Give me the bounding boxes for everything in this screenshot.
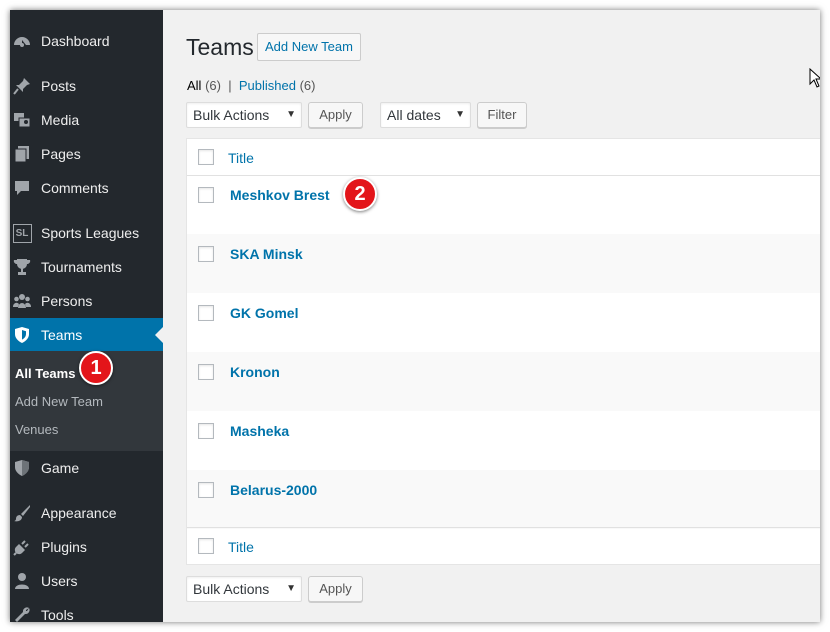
sidebar-item-teams[interactable]: Teams xyxy=(10,318,163,352)
sl-logo-icon: SL xyxy=(12,223,32,243)
submenu-all-teams[interactable]: All Teams xyxy=(15,366,75,381)
teams-table: Title Meshkov Brest SKA Minsk GK Gomel K… xyxy=(186,138,820,565)
dates-filter-label: All dates xyxy=(387,107,441,123)
view-all-link[interactable]: All xyxy=(187,78,201,93)
column-title-footer[interactable]: Title xyxy=(228,539,254,555)
sidebar-item-persons[interactable]: Persons xyxy=(10,284,163,318)
select-all-checkbox[interactable] xyxy=(198,149,214,165)
team-name-link[interactable]: SKA Minsk xyxy=(230,246,303,262)
table-footer: Title xyxy=(187,527,820,564)
bulk-actions-label: Bulk Actions xyxy=(193,107,270,123)
pin-icon xyxy=(12,76,32,96)
sidebar-item-pages[interactable]: Pages xyxy=(10,137,163,171)
mouse-cursor-icon xyxy=(809,67,820,93)
sidebar-item-appearance[interactable]: Appearance xyxy=(10,496,163,530)
submenu-venues[interactable]: Venues xyxy=(15,422,58,437)
callout-marker-2: 2 xyxy=(343,177,377,211)
sidebar-item-users[interactable]: Users xyxy=(10,564,163,598)
apply-button-bottom[interactable]: Apply xyxy=(308,576,363,602)
dates-filter-select[interactable]: All dates ▼ xyxy=(380,102,471,128)
table-row: SKA Minsk xyxy=(187,234,820,293)
table-row: Masheka xyxy=(187,411,820,470)
table-header: Title xyxy=(187,139,820,176)
table-row: Meshkov Brest xyxy=(187,175,820,234)
row-checkbox[interactable] xyxy=(198,364,214,380)
page-title: Teams xyxy=(186,34,254,60)
table-row: GK Gomel xyxy=(187,293,820,352)
sidebar-item-label: Media xyxy=(41,112,80,128)
shield-half-icon xyxy=(12,458,32,478)
sidebar-item-label: Dashboard xyxy=(41,33,110,49)
chevron-down-icon: ▼ xyxy=(455,109,465,120)
user-icon xyxy=(12,571,32,591)
row-checkbox[interactable] xyxy=(198,305,214,321)
sidebar-item-label: Teams xyxy=(41,327,83,343)
row-checkbox[interactable] xyxy=(198,187,214,203)
row-checkbox[interactable] xyxy=(198,423,214,439)
sidebar-item-tournaments[interactable]: Tournaments xyxy=(10,250,163,284)
wrench-icon xyxy=(12,605,32,622)
sidebar-item-comments[interactable]: Comments xyxy=(10,171,163,205)
sidebar-item-label: Game xyxy=(41,460,80,476)
apply-button-top[interactable]: Apply xyxy=(308,102,363,128)
media-icon xyxy=(12,110,32,130)
sidebar-item-label: Tournaments xyxy=(41,259,122,275)
dashboard-icon xyxy=(12,31,32,51)
sidebar-item-label: Sports Leagues xyxy=(41,225,140,241)
team-name-link[interactable]: Kronon xyxy=(230,364,280,380)
brush-icon xyxy=(12,503,32,523)
filter-button[interactable]: Filter xyxy=(477,102,527,128)
select-all-checkbox-footer[interactable] xyxy=(198,538,214,554)
row-checkbox[interactable] xyxy=(198,246,214,262)
sidebar-item-label: Pages xyxy=(41,146,81,162)
window-frame: Dashboard Posts Media Pages Comments SL … xyxy=(10,10,820,622)
sidebar-item-label: Persons xyxy=(41,293,93,309)
groups-icon xyxy=(12,291,32,311)
view-published-count: (6) xyxy=(299,78,316,93)
sidebar-item-label: Plugins xyxy=(41,539,87,555)
bulk-actions-select-bottom[interactable]: Bulk Actions ▼ xyxy=(186,576,302,602)
team-name-link[interactable]: Masheka xyxy=(230,423,289,439)
bulk-actions-select-top[interactable]: Bulk Actions ▼ xyxy=(186,102,302,128)
chevron-down-icon: ▼ xyxy=(286,583,296,594)
view-all-count: (6) xyxy=(205,78,221,93)
sidebar-item-label: Posts xyxy=(41,78,77,94)
add-new-team-button[interactable]: Add New Team xyxy=(257,33,361,61)
trophy-icon xyxy=(12,257,32,277)
bulk-actions-label: Bulk Actions xyxy=(193,581,270,597)
sidebar-item-media[interactable]: Media xyxy=(10,103,163,137)
table-row: Belarus-2000 xyxy=(187,470,820,529)
table-row: Kronon xyxy=(187,352,820,411)
plug-icon xyxy=(12,537,32,557)
view-published-link[interactable]: Published xyxy=(239,78,296,93)
view-separator: | xyxy=(228,78,232,93)
main-content: Teams Add New Team All (6) | Published (… xyxy=(163,10,820,622)
shield-icon xyxy=(12,325,32,345)
sidebar-item-tools[interactable]: Tools xyxy=(10,598,163,622)
sidebar-item-label: Users xyxy=(41,573,78,589)
team-name-link[interactable]: Meshkov Brest xyxy=(230,187,330,203)
sidebar-item-plugins[interactable]: Plugins xyxy=(10,530,163,564)
view-filters: All (6) | Published (6) xyxy=(187,78,315,93)
row-checkbox[interactable] xyxy=(198,482,214,498)
sidebar-item-game[interactable]: Game xyxy=(10,451,163,485)
sidebar-item-label: Comments xyxy=(41,180,109,196)
pages-icon xyxy=(12,144,32,164)
team-name-link[interactable]: GK Gomel xyxy=(230,305,298,321)
sidebar-item-label: Appearance xyxy=(41,505,117,521)
sidebar-item-sports-leagues[interactable]: SL Sports Leagues xyxy=(10,216,163,250)
sidebar-item-posts[interactable]: Posts xyxy=(10,69,163,103)
sidebar-item-dashboard[interactable]: Dashboard xyxy=(10,24,163,58)
admin-sidebar: Dashboard Posts Media Pages Comments SL … xyxy=(10,10,163,622)
comments-icon xyxy=(12,178,32,198)
team-name-link[interactable]: Belarus-2000 xyxy=(230,482,317,498)
column-title-header[interactable]: Title xyxy=(228,150,254,166)
callout-marker-1: 1 xyxy=(79,351,113,385)
chevron-down-icon: ▼ xyxy=(286,109,296,120)
sidebar-item-label: Tools xyxy=(41,607,74,622)
submenu-add-new-team[interactable]: Add New Team xyxy=(15,394,103,409)
